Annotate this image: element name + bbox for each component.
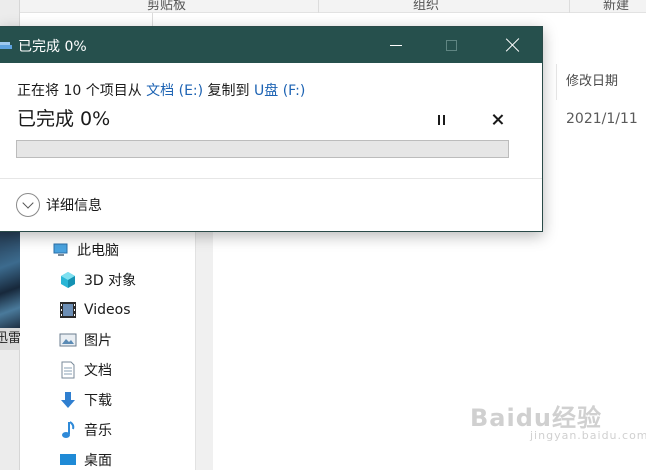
nav-item-label: 桌面 — [84, 453, 112, 469]
thumbnail-caption: 迅雷 — [0, 328, 20, 350]
progress-bar — [16, 140, 509, 158]
cancel-copy-button[interactable] — [489, 111, 507, 129]
nav-item-label: 图片 — [84, 333, 112, 349]
details-label: 详细信息 — [46, 198, 102, 214]
copy-description: 正在将 10 个项目从 文档 (E:) 复制到 U盘 (F:) — [17, 83, 306, 99]
nav-item-label: 下载 — [84, 393, 112, 409]
divider — [0, 178, 542, 179]
nav-item-label: 文档 — [84, 363, 112, 379]
minimize-button[interactable] — [373, 27, 419, 63]
nav-item-3d-objects[interactable]: 3D 对象 — [59, 266, 209, 294]
desktop-icon — [59, 451, 77, 469]
copy-progress-dialog: 已完成 0% 正在将 10 个项目从 文档 (E:) 复制到 U盘 (F:) 已… — [0, 26, 543, 232]
ribbon-group-clipboard[interactable]: 剪贴板 — [147, 0, 186, 13]
more-details-toggle[interactable]: 详细信息 — [16, 192, 102, 218]
column-header-modified[interactable]: 修改日期 — [556, 64, 646, 100]
percent-complete: 已完成 0% — [17, 108, 111, 130]
dialog-title: 已完成 0% — [18, 39, 87, 55]
destination-link[interactable]: U盘 (F:) — [254, 83, 305, 99]
source-link[interactable]: 文档 (E:) — [146, 83, 203, 99]
nav-item-label: Videos — [84, 302, 131, 318]
pause-icon — [437, 115, 440, 125]
close-icon — [506, 38, 520, 52]
watermark-logo: Baidu经验 jingyan.baidu.com — [470, 404, 646, 442]
nav-item-label: 音乐 — [84, 423, 112, 439]
picture-icon — [59, 331, 77, 349]
pause-button[interactable] — [432, 111, 450, 129]
dialog-titlebar[interactable]: 已完成 0% — [0, 27, 542, 63]
ribbon-group-new[interactable]: 新建 — [603, 0, 629, 13]
music-icon — [59, 421, 77, 439]
file-modified-date: 2021/1/11 — [566, 111, 638, 127]
thumbnail-image[interactable] — [0, 232, 20, 328]
download-icon — [59, 391, 77, 409]
close-button[interactable] — [490, 27, 536, 63]
nav-item-videos[interactable]: Videos — [59, 296, 209, 324]
nav-item-label: 3D 对象 — [84, 273, 137, 289]
ribbon-group-organize[interactable]: 组织 — [413, 0, 439, 13]
nav-item-label: 此电脑 — [77, 243, 119, 259]
nav-item-desktop[interactable]: 桌面 — [59, 446, 209, 470]
maximize-button — [428, 27, 474, 63]
chevron-down-icon — [16, 193, 40, 217]
maximize-icon — [445, 39, 457, 51]
nav-item-downloads[interactable]: 下载 — [59, 386, 209, 414]
copy-window-icon — [0, 38, 12, 52]
minimize-icon — [390, 44, 402, 46]
ribbon: 剪贴板 组织 新建 — [20, 0, 646, 13]
nav-item-pictures[interactable]: 图片 — [59, 326, 209, 354]
cube-3d-icon — [59, 271, 77, 289]
nav-item-music[interactable]: 音乐 — [59, 416, 209, 444]
nav-item-this-pc[interactable]: 此电脑 — [52, 236, 202, 264]
nav-item-documents[interactable]: 文档 — [59, 356, 209, 384]
video-icon — [59, 301, 77, 319]
document-icon — [59, 361, 77, 379]
computer-icon — [52, 241, 70, 259]
